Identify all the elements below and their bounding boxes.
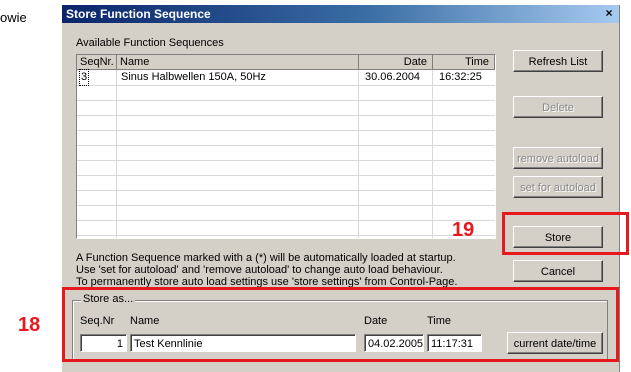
- empty-row: [77, 190, 495, 206]
- remove-autoload-button[interactable]: remove autoload: [513, 147, 603, 169]
- refresh-list-button[interactable]: Refresh List: [513, 50, 603, 72]
- info-text-line-1: A Function Sequence marked with a (*) wi…: [76, 252, 456, 264]
- column-header-name[interactable]: Name: [117, 55, 359, 70]
- empty-row: [77, 130, 495, 146]
- row-time: 16:32:25: [439, 71, 482, 83]
- empty-row: [77, 115, 495, 131]
- delete-button[interactable]: Delete: [513, 96, 603, 118]
- annotation-18: 18: [18, 314, 41, 336]
- row-name: Sinus Halbwellen 150A, 50Hz: [121, 71, 266, 83]
- cancel-button[interactable]: Cancel: [513, 260, 603, 282]
- empty-row: [77, 175, 495, 191]
- function-sequence-list[interactable]: SeqNr. Name Date Time 3 Sinus Halbwellen…: [76, 54, 496, 239]
- table-row[interactable]: 3 Sinus Halbwellen 150A, 50Hz 30.06.2004…: [77, 69, 495, 86]
- highlight-box-19: [502, 212, 629, 255]
- title-bar: Store Function Sequence ×: [62, 5, 619, 23]
- empty-row: [77, 205, 495, 221]
- column-header-seqnr[interactable]: SeqNr.: [77, 55, 117, 70]
- empty-row: [77, 220, 495, 236]
- close-icon[interactable]: ×: [601, 6, 617, 21]
- annotation-19: 19: [452, 219, 475, 241]
- empty-row: [77, 160, 495, 176]
- empty-row: [77, 100, 495, 116]
- available-sequences-label: Available Function Sequences: [76, 37, 224, 49]
- highlight-box-18: [62, 287, 619, 362]
- empty-row: [77, 145, 495, 161]
- set-for-autoload-button[interactable]: set for autoload: [513, 176, 603, 198]
- page-side-text: owie: [0, 10, 27, 25]
- column-header-date[interactable]: Date: [359, 55, 433, 70]
- dialog-title: Store Function Sequence: [66, 7, 211, 21]
- info-text-line-2: Use 'set for autoload' and 'remove autol…: [76, 264, 443, 276]
- row-seqnr: 3: [78, 69, 90, 86]
- empty-row: [77, 85, 495, 101]
- row-date: 30.06.2004: [365, 71, 421, 83]
- column-header-time[interactable]: Time: [433, 55, 495, 70]
